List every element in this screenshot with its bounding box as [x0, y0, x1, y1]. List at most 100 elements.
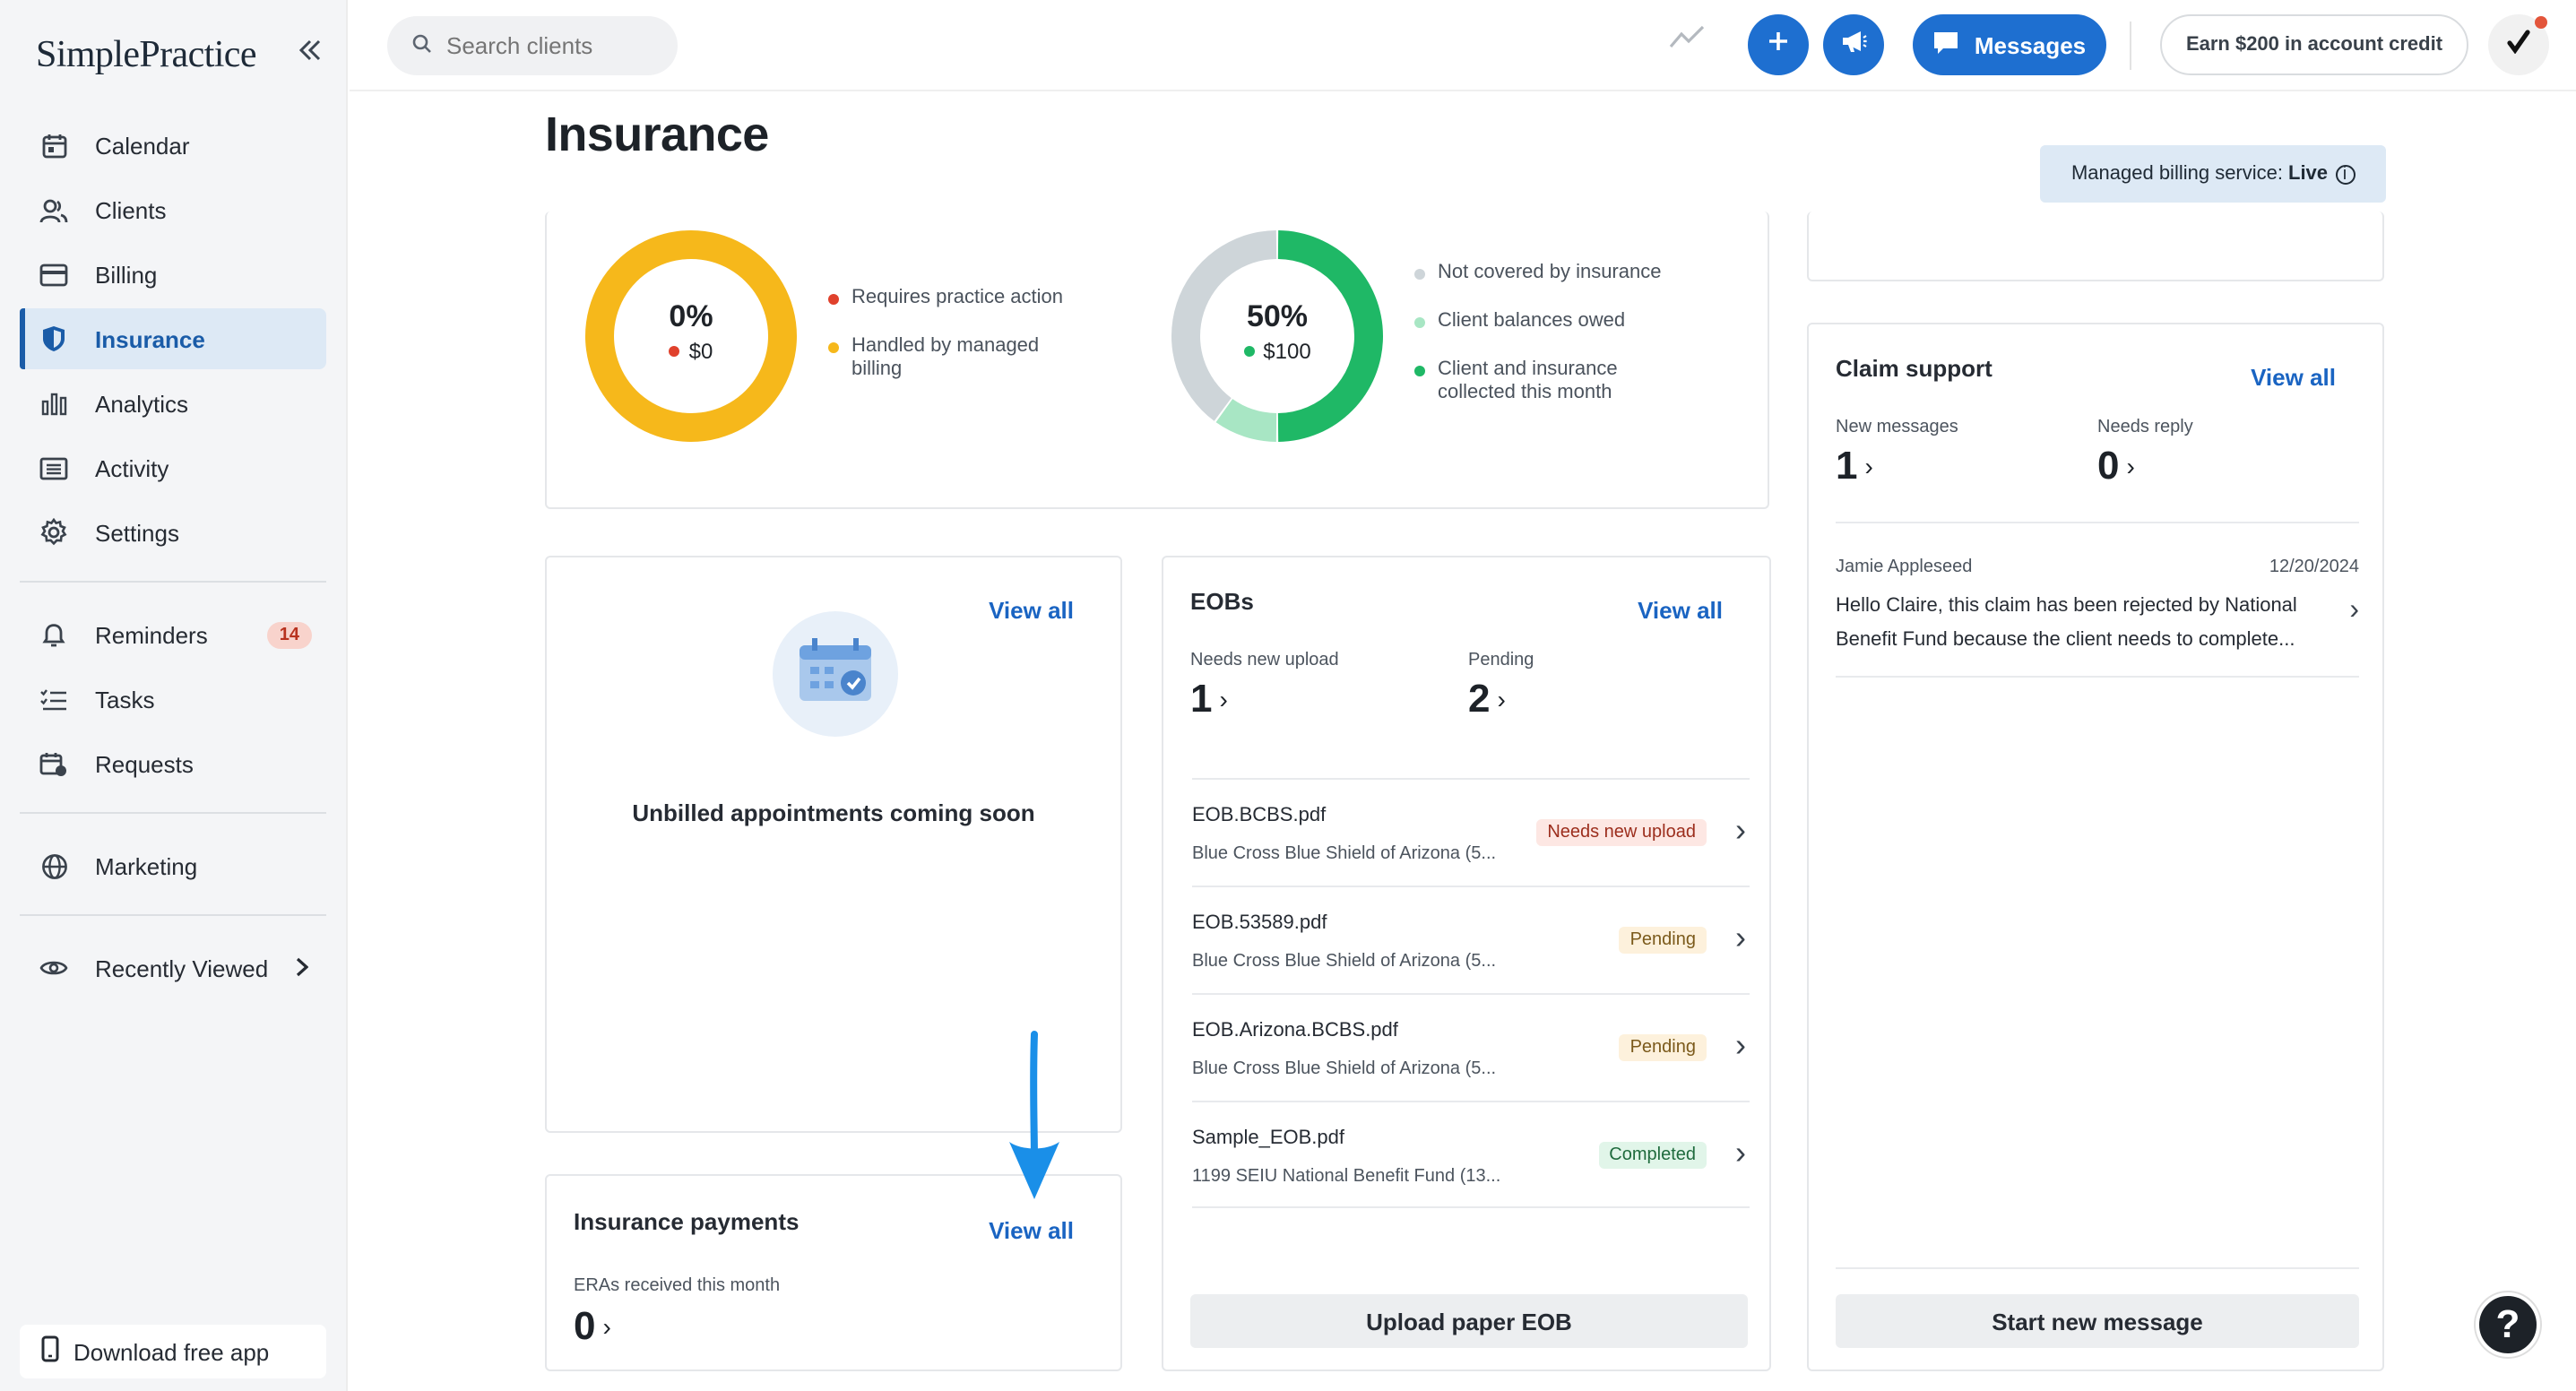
- view-all-link[interactable]: View all: [1638, 597, 1723, 624]
- upload-paper-eob-button[interactable]: Upload paper EOB: [1190, 1294, 1748, 1348]
- needs-upload-value: 1: [1190, 676, 1213, 721]
- sidebar-item-recently-viewed[interactable]: Recently Viewed: [20, 937, 326, 998]
- message-text: Hello Claire, this claim has been reject…: [1836, 595, 2297, 651]
- chevron-right-icon[interactable]: ›: [2349, 595, 2359, 627]
- avatar[interactable]: [2488, 14, 2549, 75]
- notification-dot: [2535, 16, 2547, 29]
- sidebar: SimplePractice Calendar Clients Billing …: [0, 0, 348, 1391]
- phone-icon: [41, 1335, 59, 1368]
- chevron-right-icon: [296, 954, 309, 982]
- eob-filename: EOB.Arizona.BCBS.pdf: [1192, 1020, 1398, 1041]
- sidebar-item-label: Calendar: [95, 132, 190, 159]
- eob-row[interactable]: Sample_EOB.pdf 1199 SEIU National Benefi…: [1192, 1101, 1750, 1208]
- insurance-payments-card: Insurance payments View all ERAs receive…: [545, 1174, 1122, 1371]
- sidebar-item-activity[interactable]: Activity: [20, 437, 326, 498]
- double-chevron-left-icon[interactable]: [298, 38, 323, 70]
- pending-label: Pending: [1468, 651, 1534, 670]
- chevron-right-icon[interactable]: ›: [1735, 920, 1746, 957]
- managed-billing-label: Managed billing service:: [2070, 163, 2283, 185]
- eras-count[interactable]: 0 ›: [574, 1303, 611, 1350]
- needs-upload-label: Needs new upload: [1190, 651, 1339, 670]
- add-button[interactable]: [1748, 14, 1809, 75]
- download-app-button[interactable]: Download free app: [20, 1325, 326, 1378]
- reminders-count-badge: 14: [266, 621, 312, 648]
- donut-legend: Not covered by insurance Client balances…: [1414, 262, 1683, 430]
- app-logo[interactable]: SimplePractice: [36, 31, 256, 76]
- legend-dot: [828, 294, 839, 305]
- chevron-right-icon[interactable]: ›: [1735, 1135, 1746, 1172]
- eob-row[interactable]: EOB.Arizona.BCBS.pdf Blue Cross Blue Shi…: [1192, 993, 1750, 1101]
- claim-support-card: Claim support View all New messages 1 › N…: [1807, 323, 2384, 1371]
- calendar-illustration: [773, 611, 898, 737]
- sidebar-item-clients[interactable]: Clients: [20, 179, 326, 240]
- sidebar-item-billing[interactable]: Billing: [20, 244, 326, 305]
- managed-billing-status[interactable]: Managed billing service: Live i: [2040, 145, 2386, 203]
- needs-reply-count[interactable]: 0 ›: [2097, 443, 2135, 489]
- search-bar[interactable]: [387, 16, 678, 75]
- legend-item: Not covered by insurance: [1414, 262, 1683, 285]
- message-preview[interactable]: Jamie Appleseed 12/20/2024 Hello Claire,…: [1836, 522, 2359, 678]
- status-badge: Pending: [1619, 1034, 1707, 1061]
- shield-icon: [39, 324, 68, 353]
- status-badge: Completed: [1598, 1142, 1707, 1169]
- donut-amount-value: $0: [688, 339, 713, 364]
- sidebar-item-reminders[interactable]: Reminders 14: [20, 604, 326, 665]
- logo-row: SimplePractice: [36, 29, 323, 79]
- view-all-link[interactable]: View all: [2251, 364, 2336, 391]
- earn-credit-label: Earn $200 in account credit: [2185, 34, 2443, 56]
- eob-filename: Sample_EOB.pdf: [1192, 1127, 1344, 1149]
- sidebar-item-marketing[interactable]: Marketing: [20, 835, 326, 896]
- sidebar-item-label: Billing: [95, 261, 158, 288]
- pending-count[interactable]: 2 ›: [1468, 676, 1506, 722]
- legend-item: Handled by managed billing: [828, 335, 1097, 382]
- sidebar-item-analytics[interactable]: Analytics: [20, 373, 326, 434]
- donut-legend: Requires practice action Handled by mana…: [828, 287, 1097, 407]
- tasks-icon: [39, 685, 68, 713]
- view-all-link[interactable]: View all: [989, 1217, 1074, 1244]
- sidebar-item-settings[interactable]: Settings: [20, 502, 326, 563]
- calendar-check-icon: [798, 637, 873, 711]
- new-messages-count[interactable]: 1 ›: [1836, 443, 1873, 489]
- sidebar-divider: [20, 812, 326, 814]
- legend-item: Client and insurance collected this mont…: [1414, 359, 1683, 405]
- view-all-link[interactable]: View all: [989, 597, 1074, 624]
- trend-chart-icon[interactable]: [1669, 25, 1705, 59]
- plus-icon: [1768, 29, 1789, 61]
- help-button[interactable]: ?: [2476, 1292, 2540, 1357]
- legend-item: Client balances owed: [1414, 310, 1683, 333]
- sidebar-item-label: Recently Viewed: [95, 955, 269, 981]
- sidebar-item-requests[interactable]: Requests: [20, 733, 326, 794]
- message-sender: Jamie Appleseed: [1836, 557, 1973, 577]
- needs-upload-count[interactable]: 1 ›: [1190, 676, 1228, 722]
- donut-center: 0% $0: [574, 299, 808, 364]
- page-title: Insurance: [545, 108, 769, 161]
- earn-credit-button[interactable]: Earn $200 in account credit: [2160, 14, 2468, 75]
- start-new-message-button[interactable]: Start new message: [1836, 1294, 2359, 1348]
- claim-support-title: Claim support: [1836, 355, 1993, 382]
- legend-label: Client and insurance collected this mont…: [1438, 359, 1618, 403]
- status-dot: [669, 346, 680, 357]
- legend-label: Client balances owed: [1438, 310, 1626, 332]
- donut-center: 50% $100: [1160, 299, 1395, 364]
- needs-reply-value: 0: [2097, 443, 2120, 488]
- sidebar-item-label: Insurance: [95, 325, 205, 352]
- eob-filename: EOB.53589.pdf: [1192, 912, 1327, 934]
- donut-amount-value: $100: [1263, 339, 1311, 364]
- eob-row[interactable]: EOB.53589.pdf Blue Cross Blue Shield of …: [1192, 886, 1750, 993]
- search-input[interactable]: [446, 32, 661, 59]
- eob-row[interactable]: EOB.BCBS.pdf Blue Cross Blue Shield of A…: [1192, 778, 1750, 886]
- chevron-right-icon[interactable]: ›: [1735, 1027, 1746, 1065]
- eobs-card: EOBs View all Needs new upload 1 › Pendin…: [1162, 556, 1771, 1371]
- divider: [1836, 1267, 2359, 1269]
- new-messages-label: New messages: [1836, 418, 1958, 437]
- legend-label: Handled by managed billing: [851, 335, 1040, 380]
- chevron-right-icon[interactable]: ›: [1735, 812, 1746, 850]
- info-icon[interactable]: i: [2335, 164, 2356, 184]
- messages-button[interactable]: Messages: [1913, 14, 2106, 75]
- sidebar-item-tasks[interactable]: Tasks: [20, 669, 326, 730]
- announcements-button[interactable]: [1823, 14, 1884, 75]
- sidebar-item-calendar[interactable]: Calendar: [20, 115, 326, 176]
- user-avatar-icon: [2506, 28, 2531, 62]
- question-mark-icon: ?: [2495, 1301, 2520, 1346]
- sidebar-item-insurance[interactable]: Insurance: [20, 308, 326, 369]
